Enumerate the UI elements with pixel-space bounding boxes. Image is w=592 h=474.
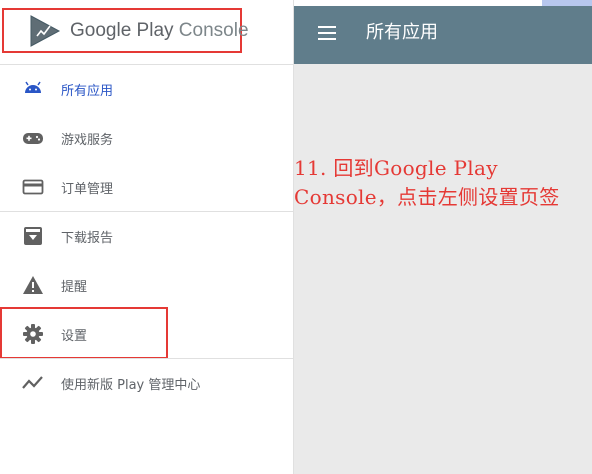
play-console-logo-icon (30, 15, 61, 47)
sidebar-item-label: 提醒 (61, 280, 88, 295)
trending-icon (22, 376, 43, 389)
page-title: 所有应用 (366, 22, 438, 43)
download-box-icon (24, 227, 42, 245)
sidebar-item-label: 游戏服务 (61, 133, 114, 148)
logo-text-console: Console (178, 20, 249, 41)
logo-highlight-box: Google Play Console (2, 8, 249, 53)
logo-text: Google Play Console (70, 20, 249, 42)
sidebar-item-label: 所有应用 (61, 84, 114, 99)
warning-icon (23, 276, 43, 294)
sidebar-item-alerts[interactable]: 提醒 (0, 261, 293, 309)
app-header: 所有应用 (294, 6, 592, 64)
gamepad-icon (23, 133, 43, 144)
sidebar: Google Play Console 所有应用 游戏服务 订单管理 下载报告 … (0, 0, 294, 474)
sidebar-item-download-reports[interactable]: 下载报告 (0, 212, 293, 260)
settings-highlight-box (0, 307, 168, 359)
credit-card-icon (22, 179, 44, 195)
sidebar-item-new-play-console[interactable]: 使用新版 Play 管理中心 (0, 359, 293, 407)
tutorial-annotation: 11. 回到Google Play Console，点击左侧设置页签 (294, 156, 560, 209)
hamburger-menu-icon[interactable] (318, 26, 336, 40)
android-icon (25, 81, 41, 93)
sidebar-item-label: 使用新版 Play 管理中心 (61, 378, 201, 393)
main-content (294, 64, 592, 474)
sidebar-item-label: 下载报告 (61, 231, 114, 246)
sidebar-item-game-services[interactable]: 游戏服务 (0, 114, 293, 162)
sidebar-item-label: 订单管理 (61, 182, 114, 197)
sidebar-item-all-apps[interactable]: 所有应用 (0, 65, 293, 113)
sidebar-item-orders[interactable]: 订单管理 (0, 163, 293, 211)
logo-text-google-play: Google Play (70, 20, 174, 41)
